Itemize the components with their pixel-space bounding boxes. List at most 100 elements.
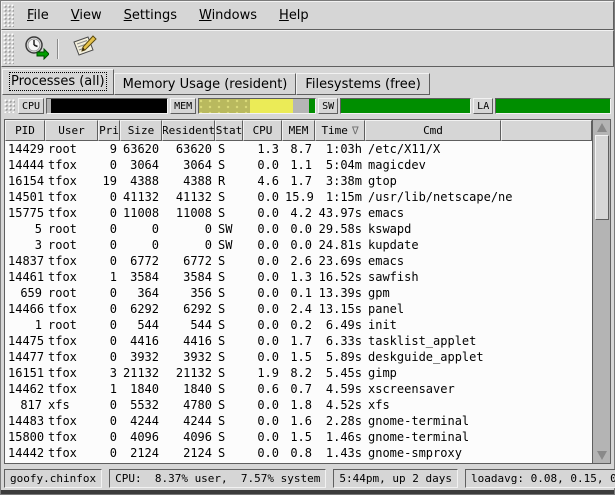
cell-mem: 0.0: [282, 237, 315, 253]
monitor-label-mem: MEM: [170, 98, 196, 114]
menubar-grip-handle[interactable]: [3, 4, 14, 27]
monitor-row-grip-handle[interactable]: [4, 99, 15, 113]
edit-properties-icon: [71, 34, 97, 64]
monitor-label-cpu: CPU: [18, 98, 44, 114]
cell-pid: 14477: [5, 349, 45, 365]
cell-mem: 1.8: [282, 397, 315, 413]
cell-cpu: 0.0: [243, 397, 282, 413]
menu-accelerator: S: [124, 8, 132, 23]
sw-usage-bar: [340, 98, 471, 114]
column-header-stat[interactable]: Stat: [215, 120, 243, 141]
column-header-pri[interactable]: Pri: [98, 120, 120, 141]
cell-user: tfox: [45, 157, 98, 173]
process-row[interactable]: 16154tfox1943884388R4.61.73:38mgtop: [5, 173, 592, 189]
cell-cpu: 0.0: [243, 189, 282, 205]
cell-resident: 356: [162, 285, 215, 301]
cell-stat: SW: [215, 237, 243, 253]
process-row[interactable]: 5root000SW0.00.029.58skswapd: [5, 221, 592, 237]
cell-cpu: 0.0: [243, 253, 282, 269]
cell-time: 4.52s: [315, 397, 365, 413]
menu-item-settings[interactable]: Settings: [113, 3, 188, 28]
process-row[interactable]: 817xfs055324780S0.01.84.52sxfs: [5, 397, 592, 413]
cell-pri: 0: [98, 445, 120, 461]
process-row[interactable]: 3root000SW0.00.024.81skupdate: [5, 237, 592, 253]
scroll-down-button[interactable]: [593, 448, 610, 463]
cell-cmd: xfs: [365, 397, 592, 413]
tab-filesystems-free[interactable]: Filesystems (free): [296, 73, 429, 95]
timer-refresh-icon: [23, 34, 49, 64]
menu-item-help[interactable]: Help: [268, 3, 320, 28]
cell-size: 6772: [120, 253, 162, 269]
tab-processes-all[interactable]: Processes (all): [2, 69, 114, 95]
sort-descending-icon: ∇: [352, 124, 359, 137]
cell-size: 544: [120, 317, 162, 333]
column-header-pid[interactable]: PID: [5, 120, 45, 141]
cell-pri: 0: [98, 349, 120, 365]
menu-accelerator: F: [27, 8, 34, 23]
process-row[interactable]: 14466tfox062926292S0.02.413.15spanel: [5, 301, 592, 317]
process-row[interactable]: 14837tfox067726772S0.02.623.69semacs: [5, 253, 592, 269]
column-header-label: Time: [321, 124, 348, 137]
process-row[interactable]: 16151tfox32113221132S1.98.25.45sgimp: [5, 365, 592, 381]
cell-time: 5:04m: [315, 157, 365, 173]
cell-pid: 14442: [5, 445, 45, 461]
cell-cpu: 0.0: [243, 237, 282, 253]
tab-memory-usage-resident[interactable]: Memory Usage (resident): [114, 73, 297, 95]
process-row[interactable]: 15800tfox040964096S0.01.51.46sgnome-term…: [5, 429, 592, 445]
column-header-cmd[interactable]: Cmd: [365, 120, 501, 141]
process-row[interactable]: 14475tfox044164416S0.01.76.33stasklist_a…: [5, 333, 592, 349]
table-body: 14429root96362063620S1.38.71:03h/etc/X11…: [5, 141, 592, 463]
column-header-resident[interactable]: Resident: [162, 120, 215, 141]
cell-mem: 2.6: [282, 253, 315, 269]
table-header-row: PIDUserPriSizeResidentStatCPUMEM Time ∇ Cmd: [5, 120, 592, 141]
cell-cpu: 0.0: [243, 301, 282, 317]
process-row[interactable]: 14477tfox039323932S0.01.55.89sdeskguide_…: [5, 349, 592, 365]
cell-stat: S: [215, 253, 243, 269]
menu-item-windows[interactable]: Windows: [188, 3, 268, 28]
process-row[interactable]: 14501tfox04113241132S0.015.91:15m/usr/li…: [5, 189, 592, 205]
toolbar-grip-handle[interactable]: [3, 33, 14, 64]
scrollbar-thumb[interactable]: [595, 135, 609, 220]
process-row[interactable]: 659root0364356S0.00.113.39sgpm: [5, 285, 592, 301]
scroll-up-button[interactable]: [593, 120, 610, 135]
menu-accelerator: W: [199, 8, 212, 23]
status-bar: goofy.chinfox CPU: 8.37% user, 7.57% sys…: [1, 466, 614, 490]
column-header-mem[interactable]: MEM: [282, 120, 315, 141]
cell-user: tfox: [45, 445, 98, 461]
cell-pid: 1: [5, 317, 45, 333]
cell-cmd: /etc/X11/X: [365, 141, 592, 157]
process-row[interactable]: 14462tfox118401840S0.60.74.59sxscreensav…: [5, 381, 592, 397]
vertical-scrollbar[interactable]: [592, 120, 610, 463]
cell-pri: 0: [98, 253, 120, 269]
cell-resident: 4388: [162, 173, 215, 189]
cell-pri: 0: [98, 205, 120, 221]
cell-size: 11008: [120, 205, 162, 221]
process-row[interactable]: 14429root96362063620S1.38.71:03h/etc/X11…: [5, 141, 592, 157]
column-header-time[interactable]: Time ∇: [315, 120, 365, 141]
menu-item-view[interactable]: View: [60, 3, 113, 28]
monitor-label-sw: SW: [318, 98, 338, 114]
cell-cmd: gtop: [365, 173, 592, 189]
menu-accelerator: V: [71, 8, 80, 23]
refresh-timer-button[interactable]: [20, 34, 52, 64]
usage-segment: [250, 99, 293, 113]
process-row[interactable]: 15775tfox01100811008S0.04.243.97semacs: [5, 205, 592, 221]
cell-pid: 14462: [5, 381, 45, 397]
column-header-label: Stat: [216, 124, 243, 137]
edit-properties-button[interactable]: [68, 34, 100, 64]
column-header-user[interactable]: User: [45, 120, 98, 141]
menu-item-file[interactable]: File: [16, 3, 60, 28]
process-row[interactable]: 1root0544544S0.00.26.49sinit: [5, 317, 592, 333]
cell-resident: 6292: [162, 301, 215, 317]
process-row[interactable]: 14442tfox021242124S0.00.81.43sgnome-smpr…: [5, 445, 592, 461]
process-row[interactable]: 14444tfox030643064S0.01.15:04mmagicdev: [5, 157, 592, 173]
cell-cpu: 0.0: [243, 333, 282, 349]
column-header-size[interactable]: Size: [120, 120, 162, 141]
cell-pid: 15800: [5, 429, 45, 445]
cell-cpu: 1.9: [243, 365, 282, 381]
cell-size: 6292: [120, 301, 162, 317]
cell-cpu: 0.0: [243, 349, 282, 365]
process-row[interactable]: 14483tfox042444244S0.01.62.28sgnome-term…: [5, 413, 592, 429]
process-row[interactable]: 14461tfox135843584S0.01.316.52ssawfish: [5, 269, 592, 285]
column-header-cpu[interactable]: CPU: [243, 120, 282, 141]
